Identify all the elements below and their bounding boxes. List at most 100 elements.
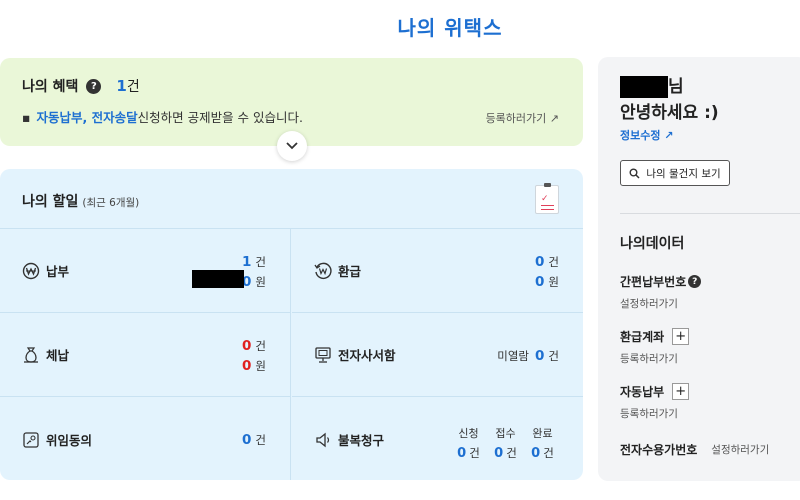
objection-applied-count: 0 [457,446,467,461]
payment-amount: 0원 [242,274,266,290]
objection-received: 접수 0 건 [487,425,524,461]
objection-received-unit: 건 [506,446,517,460]
objection-label: 불복청구 [314,430,384,449]
refund-label: 환급 [314,261,361,280]
edit-info-link[interactable]: 정보수정 ↗ [620,127,674,143]
add-icon[interactable]: + [672,328,690,345]
greeting: 안녕하세요 :) [620,103,719,123]
refund-count: 0건 [535,254,559,270]
bullet-icon: ▪ [22,110,31,125]
benefit-count-value: 1 [116,77,127,95]
page-title: 나의 위택스 [397,16,503,40]
e-notice-label-text: 전자사서함 [338,348,396,363]
arrears-label: 체납 [22,345,69,364]
objection-completed: 완료 0 건 [524,425,561,461]
todo-objection[interactable]: 불복청구 신청 0 건 접수 0 건 완료 0 건 [292,397,583,480]
view-property-button[interactable]: 나의 물건지 보기 [620,160,730,186]
todo-title-text: 나의 할일 [22,194,79,210]
delegation-label: 위임동의 [22,430,92,449]
payment-count: 1건 [242,254,266,270]
e-notice-count-unit: 건 [548,349,559,363]
divider [620,213,800,214]
money-bag-icon [22,346,40,364]
todo-title: 나의 할일 (최근 6개월) [22,191,139,211]
help-icon[interactable]: ? [688,275,702,288]
objection-completed-head: 완료 [532,427,553,440]
objection-received-count: 0 [494,446,504,461]
refund-amount: 0원 [535,274,559,290]
arrears-count: 0건 [242,338,266,354]
payment-count-value: 1 [242,254,252,270]
arrears-label-text: 체납 [46,348,70,363]
simple-pay-number-action[interactable]: 설정하러가기 [620,296,795,311]
checklist-icon: ✓ [535,183,559,214]
objection-received-head: 접수 [495,427,516,440]
auto-pay-action[interactable]: 등록하러가기 [620,406,795,421]
objection-status: 신청 0 건 접수 0 건 완료 0 건 [450,425,561,461]
todo-card: 나의 할일 (최근 6개월) ✓ 납부 1건 0원 환급 0 건 0 원 체납 … [0,169,583,480]
consent-icon [22,431,40,449]
benefit-description: ▪ 자동납부, 전자송달신청하면 공제받을 수 있습니다. [22,107,303,126]
todo-refund[interactable]: 환급 0건 0원 [292,229,583,313]
delegation-count-value: 0 [242,432,252,448]
refund-label-text: 환급 [338,264,362,279]
data-item-refund-account: 환급계좌 + 등록하러가기 [620,328,795,366]
e-notice-count-value: 0 [535,348,545,364]
delegation-count: 0건 [242,432,266,448]
arrears-amount: 0원 [242,358,266,374]
e-notice-prefix: 미열람 [497,349,529,363]
help-icon[interactable]: ? [86,78,102,94]
todo-arrears[interactable]: 체납 0건 0원 [0,313,291,397]
data-item-e-customer-number: 전자수용가번호 설정하러가기 [620,441,795,458]
payment-label-text: 납부 [46,264,70,279]
benefit-title: 나의 혜택 [22,79,79,95]
e-customer-number-action[interactable]: 설정하러가기 [711,442,769,457]
delegation-label-text: 위임동의 [46,433,93,448]
benefit-count-unit: 건 [126,79,140,95]
name-suffix: 님 [668,77,684,97]
refund-count-value: 0 [535,254,545,270]
won-coin-icon [22,262,40,280]
objection-completed-count: 0 [531,446,541,461]
todo-payment[interactable]: 납부 1건 0원 [0,229,291,313]
user-name-line: 님 [620,72,684,98]
megaphone-icon [314,431,332,449]
payment-amount-unit: 원 [255,275,266,289]
add-icon[interactable]: + [672,383,690,400]
todo-delegation[interactable]: 위임동의 0건 [0,397,291,480]
arrears-amount-value: 0 [242,358,252,374]
e-notice-count: 미열람 0 건 [497,348,559,364]
delegation-count-unit: 건 [255,433,266,447]
view-property-label: 나의 물건지 보기 [646,167,721,180]
e-notice-label: 전자사서함 [314,345,396,364]
todo-header: 나의 할일 (최근 6개월) ✓ [0,169,583,229]
refund-amount-unit: 원 [548,275,559,289]
objection-applied-head: 신청 [458,427,479,440]
arrears-count-value: 0 [242,338,252,354]
user-panel: 님 안녕하세요 :) 정보수정 ↗ 나의 물건지 보기 나의데이터 간편납부번호… [598,57,800,481]
benefit-header: 나의 혜택 ? 1건 [22,76,140,96]
refund-icon [314,262,332,280]
benefit-count[interactable]: 1건 [116,76,139,96]
refund-account-label: 환급계좌 [620,330,665,344]
arrears-count-unit: 건 [255,339,266,353]
register-link[interactable]: 등록하러가기 ↗ [486,110,559,126]
data-item-simple-pay-number: 간편납부번호? 설정하러가기 [620,273,795,311]
refund-count-unit: 건 [548,255,559,269]
objection-label-text: 불복청구 [338,433,385,448]
todo-e-notice[interactable]: 전자사서함 미열람 0 건 [292,313,583,397]
arrears-amount-unit: 원 [255,359,266,373]
benefit-service-link[interactable]: 자동납부, 전자송달 [36,110,137,125]
data-item-auto-pay: 자동납부 + 등록하러가기 [620,383,795,421]
redaction-block [192,270,244,288]
objection-applied-unit: 건 [469,446,480,460]
refund-account-action[interactable]: 등록하러가기 [620,351,795,366]
payment-count-unit: 건 [255,255,266,269]
search-icon [629,168,640,179]
my-data-title: 나의데이터 [620,236,685,252]
expand-button[interactable] [277,131,307,161]
todo-subtitle: (최근 6개월) [82,197,140,209]
simple-pay-number-label: 간편납부번호 [620,275,687,289]
benefit-desc-text: 신청하면 공제받을 수 있습니다. [137,110,303,125]
e-customer-number-label: 전자수용가번호 [620,443,698,457]
